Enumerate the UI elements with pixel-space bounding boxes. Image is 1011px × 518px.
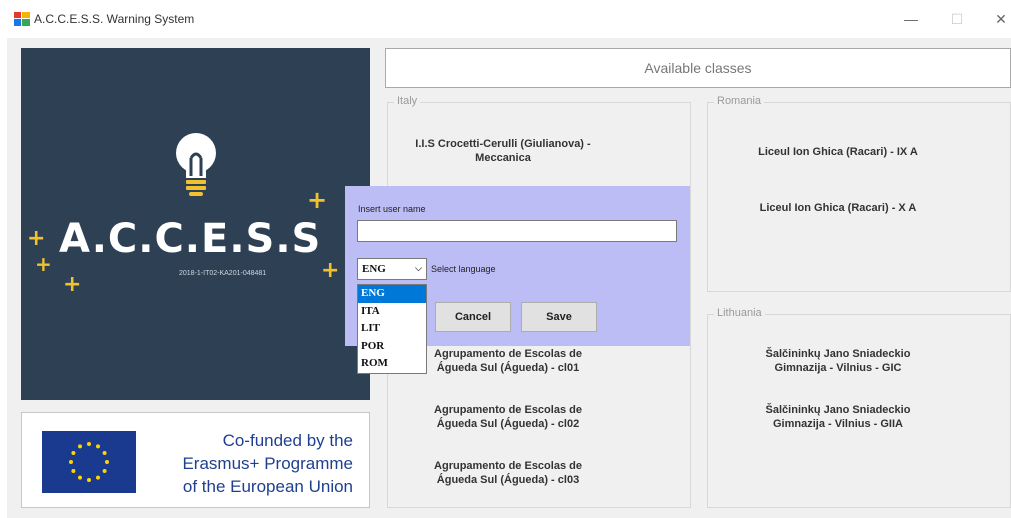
user-name-input[interactable] [357, 220, 677, 242]
close-button[interactable]: ✕ [986, 8, 1011, 30]
class-label: Águeda Sul (Águeda) - cl01 [436, 362, 580, 374]
window-title: A.C.C.E.S.S. Warning System [34, 12, 195, 26]
class-agueda-cl02[interactable]: Agrupamento de Escolas de Águeda Sul (Ág… [398, 403, 618, 431]
class-gimnazija-giia[interactable]: Šalčininkų Jano Sniadeckio Gimnazija - V… [708, 403, 968, 431]
available-classes-button[interactable]: Available classes [385, 48, 1011, 88]
class-label: Šalčininkų Jano Sniadeckio [765, 404, 911, 416]
language-option-por[interactable]: POR [358, 338, 426, 356]
class-ghica-x-a[interactable]: Liceul Ion Ghica (Racari) - X A [708, 201, 968, 215]
language-option-ita[interactable]: ITA [358, 303, 426, 321]
class-ghica-ix-a[interactable]: Liceul Ion Ghica (Racari) - IX A [708, 145, 968, 159]
language-option-lit[interactable]: LIT [358, 320, 426, 338]
eu-funding-text: Co-funded by the Erasmus+ Programme of t… [182, 429, 353, 498]
class-italy-meccanica[interactable]: I.I.S Crocetti-Cerulli (Giulianova) - Me… [388, 137, 618, 165]
class-label: I.I.S Crocetti-Cerulli (Giulianova) - [415, 138, 591, 150]
class-label: Águeda Sul (Águeda) - cl03 [436, 474, 580, 486]
lightbulb-icon [176, 133, 216, 196]
class-agueda-cl03[interactable]: Agrupamento de Escolas de Águeda Sul (Ág… [398, 459, 618, 487]
class-label: Agrupamento de Escolas de [434, 404, 582, 416]
class-label: Águeda Sul (Águeda) - cl02 [436, 418, 580, 430]
class-label: Šalčininkų Jano Sniadeckio [765, 348, 911, 360]
maximize-button[interactable]: ☐ [942, 8, 972, 30]
access-logo: + + + + + A.C.C.E.S.S 2018-1-IT02-KA201-… [21, 48, 370, 400]
class-label: Gimnazija - Vilnius - GIC [774, 362, 902, 374]
title-bar: A.C.C.E.S.S. Warning System — ☐ ✕ [0, 0, 1011, 38]
class-label: Gimnazija - Vilnius - GIIA [773, 418, 903, 430]
class-label: Meccanica [475, 152, 531, 164]
language-option-eng[interactable]: ENG [358, 285, 426, 303]
plus-decoration: + [27, 226, 46, 251]
eu-line: Erasmus+ Programme [182, 454, 353, 473]
brand-title: A.C.C.E.S.S [59, 216, 322, 262]
eu-funding-panel: Co-funded by the Erasmus+ Programme of t… [21, 412, 370, 508]
select-language-label: Select language [431, 264, 496, 274]
class-gimnazija-gic[interactable]: Šalčininkų Jano Sniadeckio Gimnazija - V… [708, 347, 968, 375]
language-select-value: ENG [362, 263, 386, 275]
app-icon [14, 12, 30, 26]
plus-decoration: + [63, 272, 82, 297]
plus-decoration: + [321, 258, 340, 283]
plus-decoration: + [307, 186, 328, 214]
lithuania-legend: Lithuania [714, 307, 765, 319]
language-option-rom[interactable]: ROM [358, 355, 426, 373]
class-label: Agrupamento de Escolas de [434, 348, 582, 360]
italy-legend: Italy [394, 95, 421, 107]
class-agueda-cl01[interactable]: Agrupamento de Escolas de Águeda Sul (Ág… [398, 347, 618, 375]
save-button[interactable]: Save [521, 302, 597, 332]
class-label: Agrupamento de Escolas de [434, 460, 582, 472]
language-select[interactable]: ENG ⌵ [357, 258, 427, 280]
eu-line: of the European Union [182, 477, 353, 496]
project-code: 2018-1-IT02-KA201-048481 [179, 270, 267, 277]
plus-decoration: + [35, 252, 52, 276]
eu-flag-icon [42, 431, 136, 493]
romania-group: Romania Liceul Ion Ghica (Racari) - IX A… [707, 95, 1011, 292]
user-name-label: Insert user name [358, 204, 426, 214]
chevron-down-icon[interactable]: ⌵ [415, 259, 422, 279]
lithuania-group: Lithuania Šalčininkų Jano Sniadeckio Gim… [707, 307, 1011, 508]
minimize-button[interactable]: — [896, 8, 926, 30]
eu-line: Co-funded by the [222, 431, 353, 450]
cancel-button[interactable]: Cancel [435, 302, 511, 332]
romania-legend: Romania [714, 95, 765, 107]
language-dropdown-list: ENG ITA LIT POR ROM [357, 284, 427, 374]
